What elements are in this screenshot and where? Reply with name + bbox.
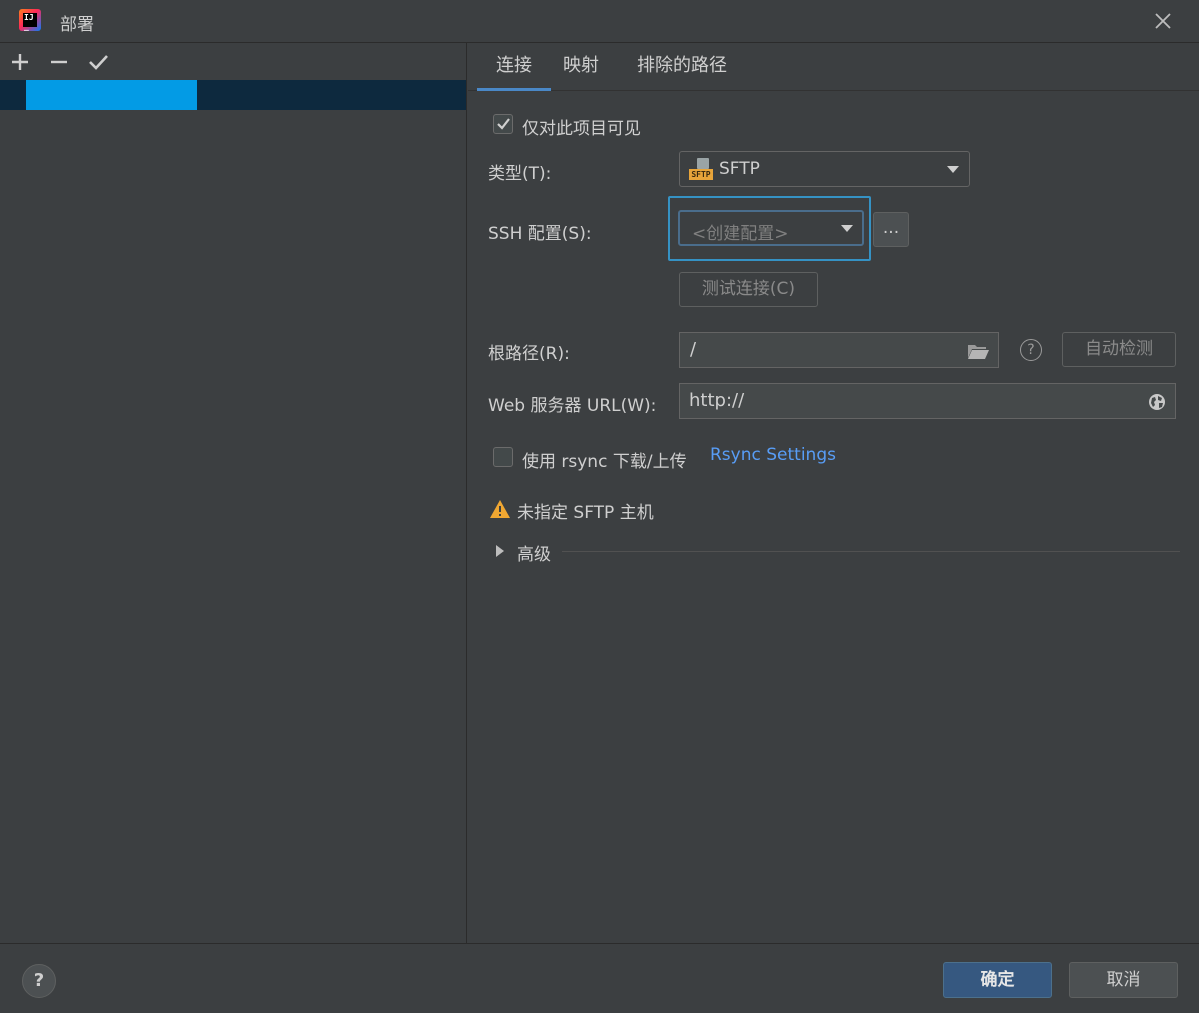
ok-button[interactable]: 确定 (943, 962, 1052, 998)
test-connection-button[interactable]: 测试连接(C) (679, 272, 818, 307)
tab-mappings[interactable]: 映射 (556, 43, 606, 91)
auto-detect-button[interactable]: 自动检测 (1062, 332, 1176, 367)
root-path-label: 根路径(R): (488, 344, 570, 364)
settings-pane: 连接 映射 排除的路径 仅对此项目可见 类型(T): SFTP SFTP SSH… (468, 43, 1199, 943)
globe-icon[interactable] (1148, 393, 1166, 411)
remove-icon[interactable] (48, 51, 70, 73)
advanced-section-toggle[interactable]: 高级 (517, 540, 551, 565)
cancel-button[interactable]: 取消 (1069, 962, 1178, 998)
intellij-app-icon: IJ _ (19, 9, 41, 31)
advanced-divider (562, 551, 1180, 552)
warning-icon (490, 500, 510, 518)
ssh-config-value: <创建配置> (692, 224, 789, 244)
visible-only-checkbox[interactable] (493, 114, 513, 134)
chevron-down-icon (841, 225, 853, 232)
tab-excluded-paths[interactable]: 排除的路径 (630, 43, 734, 91)
deployment-dialog: IJ _ 部署 连接 映射 排除的路径 仅对此项目可见 类型(T): SFTP … (0, 0, 1199, 1013)
help-button[interactable]: ? (22, 964, 56, 998)
checkmark-icon (497, 118, 510, 130)
question-circle-icon[interactable]: ? (1020, 339, 1042, 361)
title-bar: IJ _ 部署 (0, 0, 1199, 43)
type-combobox[interactable]: SFTP SFTP (679, 151, 970, 187)
add-icon[interactable] (9, 51, 31, 73)
rsync-label: 使用 rsync 下载/上传 (522, 452, 687, 472)
ssh-config-combobox[interactable]: <创建配置> (678, 210, 864, 246)
ssh-config-label: SSH 配置(S): (488, 224, 592, 244)
server-name-redacted (26, 80, 197, 110)
server-list-item-selected[interactable] (0, 80, 466, 110)
web-server-url-field[interactable]: http:// (679, 383, 1176, 419)
web-server-url-label: Web 服务器 URL(W): (488, 396, 657, 416)
sftp-host-warning: 未指定 SFTP 主机 (517, 503, 654, 523)
sftp-icon: SFTP (689, 158, 713, 180)
rsync-settings-link[interactable]: Rsync Settings (710, 445, 836, 465)
type-value: SFTP (719, 159, 760, 179)
ssh-config-more-button[interactable]: ... (873, 212, 909, 247)
server-list-pane (0, 43, 467, 943)
tab-bar: 连接 映射 排除的路径 (468, 43, 1199, 91)
root-path-field[interactable]: / (679, 332, 999, 368)
type-label: 类型(T): (488, 164, 552, 184)
visible-only-label: 仅对此项目可见 (522, 119, 641, 139)
window-title: 部署 (60, 15, 94, 35)
rsync-checkbox[interactable] (493, 447, 513, 467)
expand-arrow-icon[interactable] (495, 544, 505, 558)
tab-connection[interactable]: 连接 (477, 43, 551, 91)
dialog-footer: ? 确定 取消 (0, 943, 1199, 1013)
web-server-url-value: http:// (689, 390, 745, 411)
chevron-down-icon (947, 166, 959, 173)
close-icon[interactable] (1152, 10, 1174, 32)
root-path-value: / (690, 339, 697, 360)
folder-icon[interactable] (966, 341, 990, 361)
check-icon[interactable] (87, 51, 109, 73)
